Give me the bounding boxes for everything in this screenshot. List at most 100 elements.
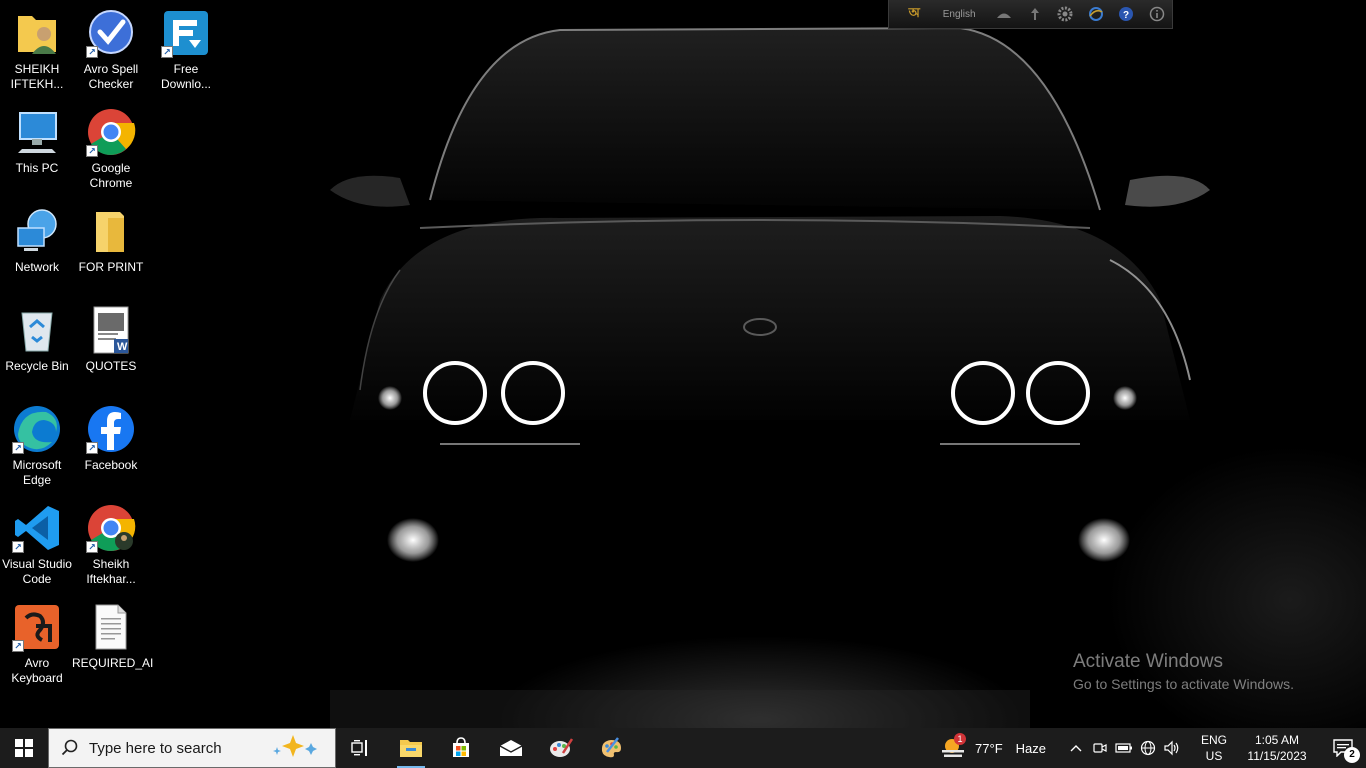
battery-button[interactable] <box>1112 728 1136 768</box>
desktop-icon-label: Google Chrome <box>89 161 133 190</box>
file-explorer-button[interactable] <box>386 728 436 768</box>
desktop-icon-label: Sheikh Iftekhar... <box>86 557 136 586</box>
help-icon[interactable]: ? <box>1111 3 1142 25</box>
web-icon[interactable] <box>1080 3 1111 25</box>
desktop-icon-vscode[interactable]: ↗ Visual Studio Code <box>0 499 74 591</box>
desktop-icon-label: Recycle Bin <box>5 359 69 373</box>
desktop-icon-chrome-profile[interactable]: ↗ Sheikh Iftekhar... <box>74 499 148 591</box>
input-language-code: ENG <box>1200 733 1227 747</box>
show-hidden-icons-button[interactable] <box>1064 728 1088 768</box>
mail-icon <box>499 740 523 756</box>
facebook-icon: ↗ <box>86 404 136 454</box>
info-icon[interactable] <box>1141 3 1172 25</box>
weather-temperature: 77°F <box>975 740 1003 756</box>
network-status-button[interactable] <box>1136 728 1160 768</box>
desktop-icon-label: Facebook <box>84 458 138 472</box>
shortcut-arrow-icon: ↗ <box>12 541 24 553</box>
palette-icon <box>601 737 621 758</box>
search-icon <box>61 739 78 756</box>
svg-text:W: W <box>117 341 128 353</box>
gear-icon[interactable] <box>1050 3 1081 25</box>
desktop-icon-avro-keyboard[interactable]: ↗ Avro Keyboard <box>0 598 74 690</box>
store-icon <box>453 737 469 757</box>
video-camera-icon <box>1093 743 1107 753</box>
taskbar: Type here to search 1 77°F Haze ENG US 1… <box>0 728 1366 768</box>
desktop-icon-label: Visual Studio Code <box>2 557 72 586</box>
windows-logo-icon <box>15 739 33 757</box>
activate-windows-watermark: Activate Windows Go to Settings to activ… <box>1073 651 1294 695</box>
paint-icon <box>550 738 573 757</box>
avro-logo-button[interactable]: অ <box>899 3 930 25</box>
desktop-icon-label: Avro Spell Checker <box>83 62 139 91</box>
shortcut-arrow-icon: ↗ <box>12 442 24 454</box>
weather-widget[interactable]: 1 77°F Haze <box>934 733 1064 760</box>
task-view-button[interactable] <box>336 728 386 768</box>
svg-text:?: ? <box>1123 10 1129 21</box>
search-placeholder: Type here to search <box>89 739 222 757</box>
download-manager-icon: ↗ <box>161 8 211 58</box>
word-document-icon: W <box>86 305 136 355</box>
desktop-icon-label: Network <box>14 260 59 274</box>
desktop-icon-this-pc[interactable]: This PC <box>0 103 74 195</box>
desktop-icon-quotes-document[interactable]: W QUOTES <box>74 301 148 393</box>
desktop-icon-label: Avro Keyboard <box>11 656 63 685</box>
chevron-up-icon <box>1070 745 1082 752</box>
battery-icon <box>1115 743 1132 753</box>
desktop-icon-facebook[interactable]: ↗ Facebook <box>74 400 148 492</box>
spell-check-icon: ↗ <box>86 8 136 58</box>
avro-tools-button[interactable] <box>1019 3 1050 25</box>
desktop-icon-required-ai-file[interactable]: REQUIRED_AI <box>72 598 154 690</box>
globe-icon <box>1140 740 1156 756</box>
taskbar-search-box[interactable]: Type here to search <box>48 728 336 768</box>
weather-haze-icon: 1 <box>940 733 967 760</box>
notification-count-badge: 2 <box>1344 747 1360 763</box>
input-language-indicator[interactable]: ENG US <box>1194 732 1234 764</box>
action-center-button[interactable]: 2 <box>1320 728 1366 768</box>
mail-button[interactable] <box>486 728 536 768</box>
volume-button[interactable] <box>1160 728 1184 768</box>
shortcut-arrow-icon: ↗ <box>12 640 24 652</box>
car-wallpaper-image <box>330 26 1210 728</box>
chrome-icon: ↗ <box>86 107 136 157</box>
search-highlight-icon <box>269 733 325 764</box>
desktop-icon-recycle-bin[interactable]: Recycle Bin <box>0 301 74 393</box>
avro-layout-button[interactable] <box>989 3 1020 25</box>
user-folder-icon <box>12 8 62 58</box>
desktop-icon-label: FOR PRINT <box>78 260 144 274</box>
shortcut-arrow-icon: ↗ <box>86 541 98 553</box>
microsoft-store-button[interactable] <box>436 728 486 768</box>
avro-language-selector[interactable]: English <box>930 9 989 20</box>
avro-keyboard-toolbar: অ English ? <box>888 0 1173 29</box>
text-file-icon <box>86 602 136 652</box>
desktop-icon-label: Microsoft Edge <box>12 458 62 487</box>
shortcut-arrow-icon: ↗ <box>86 442 98 454</box>
desktop-icon-network[interactable]: Network <box>0 202 74 294</box>
desktop-icon-label: QUOTES <box>85 359 137 373</box>
shortcut-arrow-icon: ↗ <box>86 46 98 58</box>
desktop-icon-label: SHEIKH IFTEKH... <box>10 62 64 91</box>
file-explorer-icon <box>400 740 422 757</box>
desktop-icon-for-print-folder[interactable]: FOR PRINT <box>74 202 148 294</box>
desktop-icon-label: Free Downlo... <box>160 62 212 91</box>
desktop-icon-free-download-manager[interactable]: ↗ Free Downlo... <box>149 4 223 96</box>
start-button[interactable] <box>0 728 48 768</box>
task-view-icon <box>351 740 367 756</box>
activate-windows-title: Activate Windows <box>1073 651 1223 672</box>
folder-icon <box>86 206 136 256</box>
paint-app-button[interactable] <box>536 728 586 768</box>
desktop-icon-label: REQUIRED_AI <box>72 656 154 670</box>
desktop-icon-label: This PC <box>15 161 59 175</box>
avro-keyboard-icon: ↗ <box>12 602 62 652</box>
weather-condition: Haze <box>1015 740 1046 756</box>
desktop-icon-user-folder[interactable]: SHEIKH IFTEKH... <box>0 4 74 96</box>
activate-windows-subtitle: Go to Settings to activate Windows. <box>1073 676 1294 692</box>
taskbar-clock[interactable]: 1:05 AM 11/15/2023 <box>1240 732 1314 764</box>
speaker-icon <box>1164 740 1179 756</box>
desktop-icon-avro-spell-checker[interactable]: ↗ Avro Spell Checker <box>74 4 148 96</box>
vscode-icon: ↗ <box>12 503 62 553</box>
edge-icon: ↗ <box>12 404 62 454</box>
desktop-icon-google-chrome[interactable]: ↗ Google Chrome <box>74 103 148 195</box>
desktop-icon-microsoft-edge[interactable]: ↗ Microsoft Edge <box>0 400 74 492</box>
meet-now-button[interactable] <box>1088 728 1112 768</box>
paint-3d-button[interactable] <box>586 728 636 768</box>
